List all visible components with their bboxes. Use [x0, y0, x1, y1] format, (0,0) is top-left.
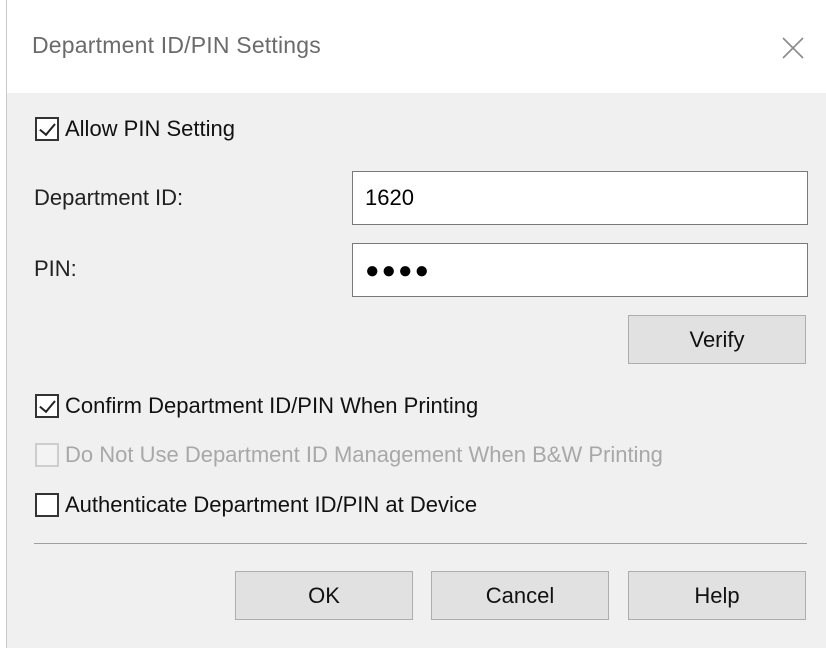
do-not-use-department-id-bw-label: Do Not Use Department ID Management When… [65, 442, 663, 467]
checkbox-checked-icon [35, 117, 59, 141]
pin-label: PIN: [34, 256, 77, 281]
department-id-pin-dialog: Department ID/PIN Settings Allow PIN Set… [6, 0, 826, 648]
department-id-input[interactable]: 1620 [352, 171, 808, 225]
title-bar: Department ID/PIN Settings [7, 0, 826, 93]
confirm-department-id-pin-label: Confirm Department ID/PIN When Printing [65, 393, 479, 418]
pin-masked-value: ●●●● [365, 257, 431, 284]
dialog-content: Allow PIN Setting Department ID: 1620 PI… [7, 93, 826, 648]
authenticate-at-device-checkbox[interactable]: Authenticate Department ID/PIN at Device [35, 490, 477, 520]
close-button[interactable] [767, 22, 819, 74]
cancel-button[interactable]: Cancel [431, 571, 609, 620]
authenticate-at-device-label: Authenticate Department ID/PIN at Device [65, 492, 478, 517]
department-id-value: 1620 [365, 185, 414, 210]
close-icon [782, 37, 804, 59]
ok-button[interactable]: OK [235, 571, 413, 620]
verify-button[interactable]: Verify [628, 315, 806, 364]
checkbox-checked-icon [35, 394, 59, 418]
department-id-label: Department ID: [34, 185, 184, 210]
checkbox-unchecked-icon [35, 493, 59, 517]
allow-pin-setting-checkbox[interactable]: Allow PIN Setting [35, 114, 235, 144]
pin-input[interactable]: ●●●● [352, 243, 808, 297]
footer-separator [34, 543, 807, 544]
allow-pin-setting-label: Allow PIN Setting [65, 116, 235, 141]
checkbox-disabled-icon [35, 443, 59, 467]
confirm-department-id-pin-checkbox[interactable]: Confirm Department ID/PIN When Printing [35, 391, 478, 421]
help-button[interactable]: Help [628, 571, 806, 620]
do-not-use-department-id-bw-checkbox: Do Not Use Department ID Management When… [35, 440, 663, 470]
dialog-title: Department ID/PIN Settings [32, 32, 321, 58]
